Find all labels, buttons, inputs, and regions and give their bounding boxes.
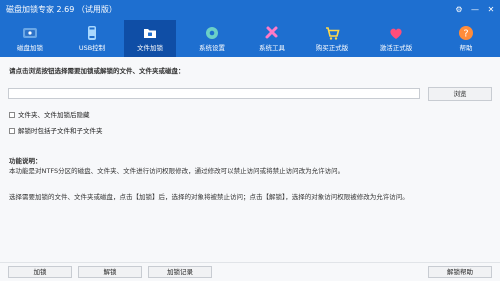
include-subitems-checkbox[interactable] — [9, 128, 15, 134]
main-toolbar: 磁盘加锁 USB控制 文件加锁 系统设置 系统工具 购买正式版 激活正式版 ? … — [0, 20, 500, 57]
tab-system-settings[interactable]: 系统设置 — [186, 20, 238, 57]
unlock-button[interactable]: 解锁 — [78, 266, 142, 278]
select-prompt: 请点击浏览按钮选择需要加锁或解锁的文件、文件夹或磁盘： — [9, 67, 185, 75]
feature-description-title: 功能说明： — [9, 157, 42, 165]
tab-label: 系统工具 — [259, 44, 285, 52]
tab-activate-full-version[interactable]: 激活正式版 — [370, 20, 422, 57]
feature-description-1: 本功能是对NTFS分区的磁盘、文件夹、文件进行访问权限修改，通过修改可以禁止访问… — [9, 167, 345, 175]
tab-label: USB控制 — [78, 44, 106, 52]
disk-lock-icon — [21, 24, 39, 42]
usb-icon — [83, 24, 101, 42]
tab-usb-control[interactable]: USB控制 — [66, 20, 118, 57]
checkbox-label: 解锁时包括子文件和子文件夹 — [18, 127, 103, 135]
lock-log-button[interactable]: 加锁记录 — [148, 266, 212, 278]
file-lock-icon — [141, 24, 159, 42]
tools-icon — [263, 24, 281, 42]
tab-buy-full-version[interactable]: 购买正式版 — [306, 20, 358, 57]
cart-icon — [323, 24, 341, 42]
tab-label: 购买正式版 — [315, 44, 349, 52]
path-input[interactable] — [8, 88, 420, 99]
tab-disk-lock[interactable]: 磁盘加锁 — [4, 20, 56, 57]
tab-help[interactable]: ? 帮助 — [440, 20, 492, 57]
title-bar: 磁盘加锁专家 2.69 （试用版） ⚙ — ✕ — [0, 0, 500, 20]
tab-label: 帮助 — [459, 44, 473, 52]
svg-text:?: ? — [463, 29, 468, 40]
include-subitems-option[interactable]: 解锁时包括子文件和子文件夹 — [9, 127, 103, 135]
browse-button[interactable]: 浏览 — [428, 87, 492, 101]
tab-label: 系统设置 — [199, 44, 225, 52]
window-controls: ⚙ — ✕ — [454, 3, 496, 15]
app-title: 磁盘加锁专家 2.69 （试用版） — [6, 5, 117, 14]
hide-after-lock-checkbox[interactable] — [9, 112, 15, 118]
minimize-icon[interactable]: — — [470, 3, 480, 15]
activate-icon — [387, 24, 405, 42]
help-icon: ? — [457, 24, 475, 42]
unlock-help-button[interactable]: 解锁帮助 — [428, 266, 492, 278]
tab-label: 激活正式版 — [379, 44, 413, 52]
file-lock-panel: 请点击浏览按钮选择需要加锁或解锁的文件、文件夹或磁盘： 浏览 文件夹、文件加锁后… — [0, 57, 500, 280]
checkbox-label: 文件夹、文件加锁后隐藏 — [18, 111, 90, 119]
settings-window-icon[interactable]: ⚙ — [454, 3, 464, 15]
tab-file-lock[interactable]: 文件加锁 — [124, 20, 176, 57]
tab-label: 文件加锁 — [137, 44, 163, 52]
tab-label: 磁盘加锁 — [17, 44, 43, 52]
tab-system-tools[interactable]: 系统工具 — [246, 20, 298, 57]
lock-button[interactable]: 加锁 — [8, 266, 72, 278]
settings-icon — [203, 24, 221, 42]
bottom-action-bar: 加锁 解锁 加锁记录 解锁帮助 — [0, 262, 500, 281]
hide-after-lock-option[interactable]: 文件夹、文件加锁后隐藏 — [9, 111, 90, 119]
feature-description-2: 选择需要加锁的文件、文件夹或磁盘，点击【加锁】后，选择的对象将被禁止访问；点击【… — [9, 193, 409, 201]
close-icon[interactable]: ✕ — [486, 3, 496, 15]
